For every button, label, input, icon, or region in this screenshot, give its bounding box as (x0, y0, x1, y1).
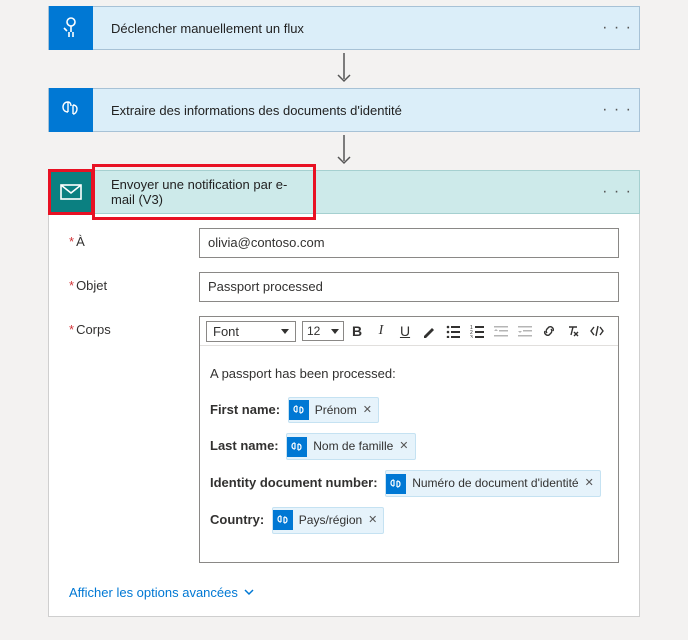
ai-token-icon (273, 510, 293, 530)
step-trigger-title: Déclencher manuellement un flux (93, 21, 595, 36)
italic-button[interactable]: I (370, 320, 392, 342)
step-trigger[interactable]: Déclencher manuellement un flux · · · (48, 6, 640, 50)
input-to[interactable]: olivia@contoso.com (199, 228, 619, 258)
ai-token-icon (289, 400, 309, 420)
country-label: Country: (210, 512, 264, 527)
docnum-label: Identity document number: (210, 475, 378, 490)
label-subject: *Objet (69, 272, 199, 293)
show-advanced-options[interactable]: Afficher les options avancées (69, 577, 254, 604)
lastname-label: Last name: (210, 438, 279, 453)
indent-button[interactable] (514, 320, 536, 342)
token-firstname[interactable]: Prénom ✕ (288, 397, 379, 424)
arrow-1 (48, 50, 640, 88)
editor-content[interactable]: A passport has been processed: First nam… (200, 346, 618, 562)
label-to: *À (69, 228, 199, 249)
underline-button[interactable]: U (394, 320, 416, 342)
clear-format-button[interactable] (562, 320, 584, 342)
token-remove-icon[interactable]: ✕ (363, 400, 372, 421)
bold-button[interactable]: B (346, 320, 368, 342)
bullet-list-button[interactable] (442, 320, 464, 342)
ai-token-icon (287, 437, 307, 457)
body-intro: A passport has been processed: (210, 362, 608, 387)
token-remove-icon[interactable]: ✕ (585, 473, 594, 494)
step-extract-menu[interactable]: · · · (595, 101, 639, 119)
email-icon (49, 170, 93, 214)
step-extract[interactable]: Extraire des informations des documents … (48, 88, 640, 132)
input-subject[interactable]: Passport processed (199, 272, 619, 302)
outdent-button[interactable] (490, 320, 512, 342)
richtext-editor[interactable]: Font 12 B I U 123 (199, 316, 619, 563)
ai-token-icon (386, 474, 406, 494)
font-dropdown[interactable]: Font (206, 321, 296, 342)
editor-toolbar: Font 12 B I U 123 (200, 317, 618, 346)
firstname-label: First name: (210, 402, 280, 417)
highlight-button[interactable] (418, 320, 440, 342)
number-list-button[interactable]: 123 (466, 320, 488, 342)
step-email-body: *À olivia@contoso.com *Objet Passport pr… (48, 214, 640, 617)
token-remove-icon[interactable]: ✕ (368, 510, 377, 531)
chevron-down-icon (244, 587, 254, 597)
step-email-title: Envoyer une notification par e-mail (V3) (93, 165, 315, 219)
token-remove-icon[interactable]: ✕ (399, 436, 408, 457)
token-docnum[interactable]: Numéro de document d'identité ✕ (385, 470, 601, 497)
step-trigger-menu[interactable]: · · · (595, 19, 639, 37)
step-extract-title: Extraire des informations des documents … (93, 103, 595, 118)
label-body: *Corps (69, 316, 199, 337)
ai-builder-icon (49, 88, 93, 132)
svg-text:3: 3 (470, 335, 473, 338)
step-email-menu[interactable]: · · · (595, 183, 639, 201)
trigger-icon (49, 6, 93, 50)
step-email[interactable]: Envoyer une notification par e-mail (V3)… (48, 170, 640, 214)
token-country[interactable]: Pays/région ✕ (272, 507, 385, 534)
fontsize-dropdown[interactable]: 12 (302, 321, 344, 341)
link-button[interactable] (538, 320, 560, 342)
code-view-button[interactable] (586, 320, 608, 342)
token-lastname[interactable]: Nom de famille ✕ (286, 433, 415, 460)
